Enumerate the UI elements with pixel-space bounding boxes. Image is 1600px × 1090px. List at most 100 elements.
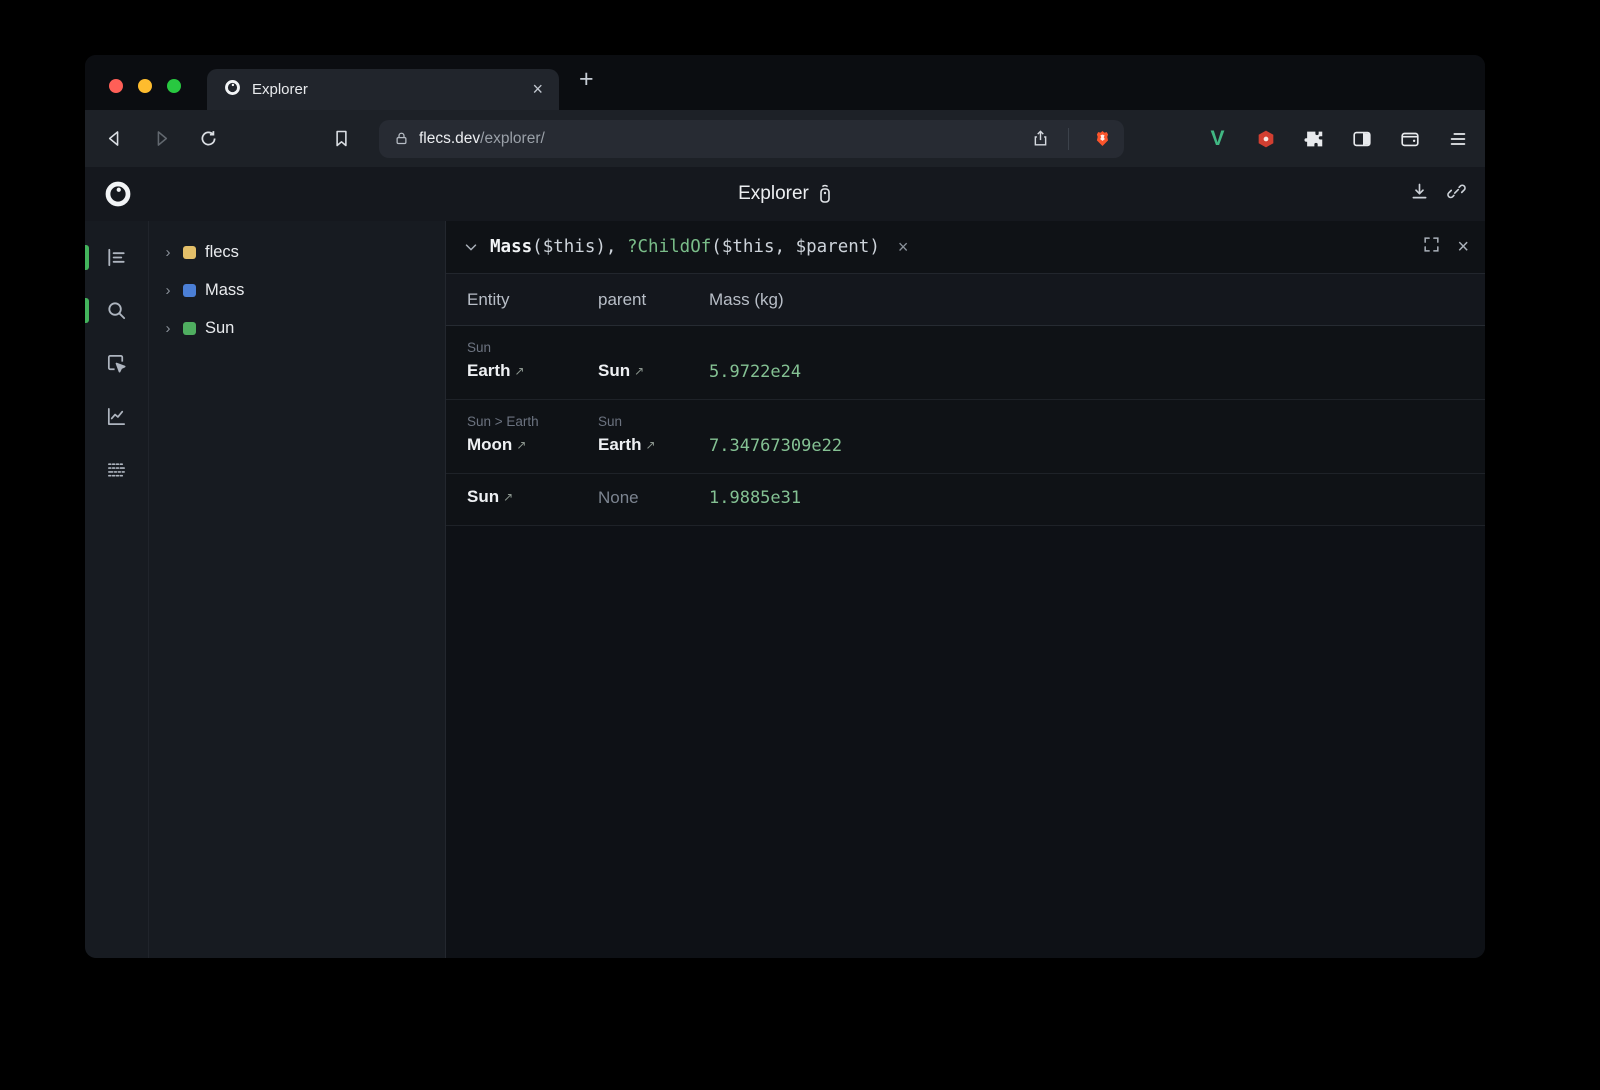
external-link-icon: ↗ bbox=[516, 438, 526, 452]
vue-devtools-icon[interactable]: V bbox=[1204, 125, 1231, 152]
entity-cell: Sun↗ bbox=[446, 486, 577, 509]
sidebar-toggle-icon[interactable] bbox=[1348, 125, 1375, 152]
menu-icon[interactable] bbox=[1444, 125, 1471, 152]
expand-icon[interactable] bbox=[1422, 235, 1441, 259]
entity-color-swatch bbox=[183, 322, 196, 335]
tree-item-mass[interactable]: › Mass bbox=[162, 271, 445, 309]
expander-icon[interactable]: › bbox=[162, 244, 174, 261]
expander-icon[interactable]: › bbox=[162, 282, 174, 299]
tab-title: Explorer bbox=[252, 81, 520, 98]
mass-value: 1.9885e31 bbox=[709, 487, 1485, 509]
parent-none: None bbox=[598, 487, 688, 509]
back-button[interactable] bbox=[99, 124, 129, 154]
entity-path: Sun bbox=[598, 412, 688, 431]
bookmark-icon[interactable] bbox=[326, 124, 356, 154]
forward-button[interactable] bbox=[146, 124, 176, 154]
query-segment: ?ChildOf bbox=[627, 237, 711, 257]
query-panel: Mass($this), ?ChildOf($this, $parent) × … bbox=[445, 221, 1485, 958]
rest-log-button[interactable] bbox=[85, 449, 148, 489]
wallet-icon[interactable] bbox=[1396, 125, 1423, 152]
url-text: flecs.dev/explorer/ bbox=[419, 130, 1015, 148]
external-link-icon: ↗ bbox=[514, 364, 524, 378]
mass-value: 7.34767309e22 bbox=[709, 435, 1485, 457]
clear-query-icon[interactable]: × bbox=[898, 237, 909, 258]
tree-view-button[interactable] bbox=[85, 237, 148, 277]
tree-item-flecs[interactable]: › flecs bbox=[162, 233, 445, 271]
entity-link[interactable]: Sun↗ bbox=[467, 486, 577, 509]
app-header-actions bbox=[1409, 181, 1467, 207]
tree-item-sun[interactable]: › Sun bbox=[162, 309, 445, 347]
browser-toolbar: flecs.dev/explorer/ V bbox=[85, 110, 1485, 167]
brave-shields-icon[interactable] bbox=[1093, 129, 1112, 148]
url-path: /explorer/ bbox=[480, 130, 545, 147]
entity-name: Earth bbox=[598, 435, 641, 454]
hexagon-extension-icon[interactable] bbox=[1252, 125, 1279, 152]
entity-tree-panel: › flecs › Mass › Sun bbox=[148, 221, 445, 958]
lock-icon bbox=[394, 131, 409, 146]
entity-link[interactable]: Earth↗ bbox=[467, 360, 577, 383]
address-bar[interactable]: flecs.dev/explorer/ bbox=[379, 120, 1124, 158]
remote-icon bbox=[818, 184, 832, 204]
app-title-wrap: Explorer bbox=[85, 183, 1485, 205]
flecs-favicon-icon bbox=[223, 78, 242, 102]
inspect-button[interactable] bbox=[85, 343, 148, 383]
tab-explorer[interactable]: Explorer × bbox=[207, 69, 559, 110]
entity-color-swatch bbox=[183, 284, 196, 297]
external-link-icon: ↗ bbox=[503, 490, 513, 504]
external-link-icon: ↗ bbox=[634, 364, 644, 378]
app-title: Explorer bbox=[738, 183, 809, 205]
query-segment: Mass bbox=[490, 237, 532, 257]
app-content: › flecs › Mass › Sun bbox=[85, 221, 1485, 958]
entity-link[interactable]: Sun↗ bbox=[598, 360, 688, 383]
chevron-down-icon[interactable] bbox=[462, 238, 480, 256]
entity-cell: Sun > Earth Moon↗ bbox=[446, 412, 577, 457]
entity-path: Sun bbox=[467, 338, 577, 357]
flecs-logo-icon bbox=[103, 179, 133, 209]
share-icon[interactable] bbox=[1031, 129, 1050, 148]
query-bar: Mass($this), ?ChildOf($this, $parent) × … bbox=[446, 221, 1485, 273]
stats-button[interactable] bbox=[85, 396, 148, 436]
mass-value: 5.9722e24 bbox=[709, 361, 1485, 383]
parent-cell: Sun Earth ↗ bbox=[577, 412, 688, 457]
tree-item-label: Sun bbox=[205, 319, 234, 338]
extensions-puzzle-icon[interactable] bbox=[1300, 125, 1327, 152]
browser-window: Explorer × + flecs. bbox=[85, 55, 1485, 958]
query-bar-actions: × bbox=[1422, 235, 1469, 259]
minimize-window-button[interactable] bbox=[138, 79, 152, 93]
close-panel-icon[interactable]: × bbox=[1457, 237, 1469, 257]
extensions-cluster: V bbox=[1204, 125, 1471, 152]
entity-path: Sun > Earth bbox=[467, 412, 577, 431]
app-header: Explorer bbox=[85, 167, 1485, 221]
link-icon[interactable] bbox=[1446, 181, 1467, 207]
tab-close-icon[interactable]: × bbox=[530, 79, 545, 100]
window-controls bbox=[85, 79, 207, 93]
entity-link[interactable]: Moon↗ bbox=[467, 434, 577, 457]
entity-link[interactable]: Earth ↗ bbox=[598, 434, 688, 457]
divider bbox=[1068, 128, 1069, 150]
mass-cell: 5.9722e24 bbox=[688, 361, 1485, 383]
mass-cell: 7.34767309e22 bbox=[688, 435, 1485, 457]
column-parent: parent bbox=[577, 290, 688, 310]
close-window-button[interactable] bbox=[109, 79, 123, 93]
search-button[interactable] bbox=[85, 290, 148, 330]
query-input[interactable]: Mass($this), ?ChildOf($this, $parent) bbox=[490, 237, 880, 257]
table-header: Entity parent Mass (kg) bbox=[446, 273, 1485, 326]
reload-button[interactable] bbox=[193, 124, 223, 154]
maximize-window-button[interactable] bbox=[167, 79, 181, 93]
query-segment: ($this, $parent) bbox=[711, 237, 880, 257]
query-segment: ($this), bbox=[532, 237, 627, 257]
table-row: Sun Earth↗ Sun↗ 5.9722e24 bbox=[446, 326, 1485, 400]
column-entity: Entity bbox=[446, 290, 577, 310]
parent-cell: Sun↗ bbox=[577, 360, 688, 383]
icon-sidebar bbox=[85, 221, 148, 958]
tree-item-label: flecs bbox=[205, 243, 239, 262]
table-row: Sun↗ None 1.9885e31 bbox=[446, 474, 1485, 526]
external-link-icon: ↗ bbox=[645, 438, 655, 452]
download-icon[interactable] bbox=[1409, 181, 1430, 207]
parent-cell: None bbox=[577, 487, 688, 509]
expander-icon[interactable]: › bbox=[162, 320, 174, 337]
table-row: Sun > Earth Moon↗ Sun Earth ↗ 7.34767309e… bbox=[446, 400, 1485, 474]
entity-cell: Sun Earth↗ bbox=[446, 338, 577, 383]
tree-item-label: Mass bbox=[205, 281, 244, 300]
new-tab-button[interactable]: + bbox=[579, 65, 594, 94]
